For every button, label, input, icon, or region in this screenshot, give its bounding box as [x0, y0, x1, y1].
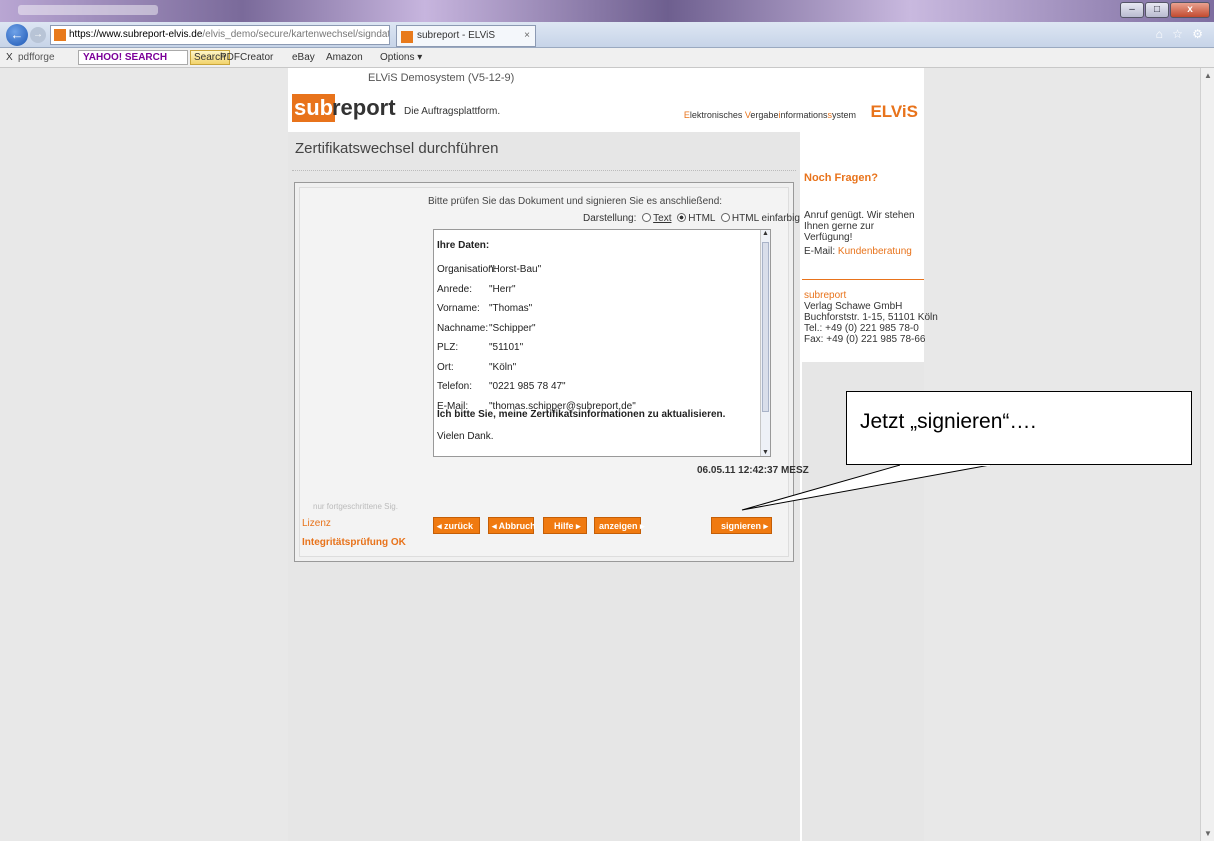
page-scrollbar[interactable]: ▲ ▼: [1200, 68, 1214, 841]
site-header: ELViS Demosystem (V5-12-9) sub report Di…: [288, 68, 924, 132]
show-button[interactable]: anzeigen ▸: [594, 517, 645, 534]
maximize-button[interactable]: □: [1145, 2, 1169, 18]
document-scrollbar[interactable]: ▲ ▼: [760, 230, 770, 456]
doc-field-label: Nachname:: [437, 322, 489, 334]
doc-field-value: "Thomas": [489, 303, 533, 314]
url-path: /elvis_demo/secure/kartenwechsel/signdat…: [202, 29, 390, 40]
close-window-button[interactable]: x: [1170, 2, 1210, 18]
address-bar[interactable]: https://www.subreport-elvis.de/elvis_dem…: [50, 25, 390, 45]
doc-field-value: "Köln": [489, 361, 517, 373]
window-titlebar: – □ x: [0, 0, 1214, 22]
doc-field-label: Organisation:: [437, 264, 497, 275]
browser-toolbar: X pdfforge YAHOO! SEARCH Search PDFCreat…: [0, 48, 1214, 68]
doc-field-label: Ort:: [437, 361, 454, 373]
window-controls: – □ x: [1120, 2, 1210, 18]
yahoo-search-input[interactable]: YAHOO! SEARCH: [78, 50, 188, 65]
logo-tagline: Die Auftragsplattform.: [404, 106, 501, 117]
doc-scroll-thumb[interactable]: [762, 242, 769, 412]
display-mode-selector: Darstellung: Text HTML HTML einfarbig: [583, 213, 800, 224]
demo-system-title: ELViS Demosystem (V5-12-9): [368, 72, 515, 84]
cancel-button[interactable]: ◂ Abbruch: [488, 517, 536, 534]
doc-thanks: Vielen Dank.: [437, 431, 494, 442]
logo-report: report: [332, 95, 396, 120]
info-brand: subreport: [804, 290, 847, 301]
info-email: E-Mail: Kundenberatung: [804, 246, 912, 257]
window-title-blurred: [18, 5, 158, 15]
tab-favicon-icon: [401, 31, 413, 43]
elvis-caption: Elektronisches Vergabeinformationssystem: [683, 110, 856, 120]
lizenz-link[interactable]: Lizenz: [302, 518, 331, 529]
logo-sub: sub: [292, 94, 336, 122]
options-menu[interactable]: Options ▾: [380, 48, 422, 67]
forward-arrow-icon[interactable]: →: [30, 27, 46, 43]
timestamp: 06.05.11 12:42:37 MESZ: [697, 465, 809, 476]
option-text[interactable]: Text: [653, 213, 671, 224]
site-favicon-icon: [54, 29, 66, 41]
page-gutter-left: [0, 68, 288, 841]
option-html-einfarbig[interactable]: HTML einfarbig: [732, 213, 800, 224]
doc-request: Ich bitte Sie, meine Zertifikatsinformat…: [437, 409, 726, 420]
title-divider: [292, 170, 796, 171]
doc-field-label: PLZ:: [437, 342, 459, 353]
pdfcreator-button[interactable]: PDFCreator: [220, 48, 273, 67]
doc-scroll-down-icon[interactable]: ▼: [761, 449, 770, 456]
display-label: Darstellung:: [583, 213, 637, 224]
radio-text[interactable]: [642, 213, 652, 222]
ebay-button[interactable]: eBay: [292, 48, 315, 67]
browser-navbar: ← → https://www.subreport-elvis.de/elvis…: [0, 22, 1214, 48]
back-button[interactable]: ◂ zurück: [433, 517, 480, 534]
scroll-down-icon[interactable]: ▼: [1204, 829, 1212, 838]
doc-field-value: "0221 985 78 47": [489, 381, 566, 392]
doc-field-label: Anrede:: [437, 283, 473, 295]
doc-heading: Ihre Daten:: [437, 240, 490, 251]
radio-html[interactable]: [677, 213, 687, 222]
option-html[interactable]: HTML: [688, 213, 715, 224]
signature-note: nur fortgeschrittene Sig.: [313, 502, 398, 511]
doc-field-value: "51101": [489, 342, 524, 353]
page-title: Zertifikatswechsel durchführen: [295, 140, 499, 157]
tab-subreport[interactable]: subreport - ELViS ×: [396, 25, 536, 47]
toolbar-close-icon[interactable]: X: [6, 48, 13, 67]
annotation-text: Jetzt „signieren“….: [860, 410, 1037, 433]
doc-field-label: Vorname:: [437, 303, 480, 314]
info-address: Verlag Schawe GmbH Buchforststr. 1-15, 5…: [804, 301, 938, 345]
integrity-check-link[interactable]: Integritätsprüfung OK: [302, 537, 406, 548]
info-call-text: Anruf genügt. Wir stehen Ihnen gerne zur…: [804, 210, 915, 243]
sign-button[interactable]: signieren ▸: [711, 517, 772, 534]
instruction-text: Bitte prüfen Sie das Dokument und signie…: [428, 196, 723, 207]
elvis-logo: ELViS: [870, 102, 918, 121]
doc-field-value: "Herr": [489, 283, 516, 295]
radio-html-einfarbig[interactable]: [720, 213, 730, 222]
doc-field-label: Telefon:: [437, 381, 473, 392]
scroll-up-icon[interactable]: ▲: [1204, 71, 1212, 80]
tab-close-icon[interactable]: ×: [524, 26, 530, 46]
tab-title: subreport - ELViS: [417, 30, 496, 41]
doc-field-value: "Horst-Bau": [489, 264, 542, 275]
back-arrow-icon[interactable]: ←: [6, 24, 28, 46]
pdfforge-logo[interactable]: pdfforge: [18, 48, 55, 67]
url-host: https://www.subreport-elvis.de: [69, 29, 203, 40]
document-preview[interactable]: Ihre Daten: Organisation: "Horst-Bau" Anre…: [433, 229, 771, 457]
home-star-gear-icons[interactable]: ⌂ ☆ ⚙: [1156, 27, 1206, 41]
minimize-button[interactable]: –: [1120, 2, 1144, 18]
info-heading: Noch Fragen?: [804, 172, 878, 184]
doc-scroll-up-icon[interactable]: ▲: [761, 230, 770, 237]
help-button[interactable]: Hilfe ▸: [543, 517, 587, 534]
amazon-button[interactable]: Amazon: [326, 48, 363, 67]
doc-field-value: "Schipper": [489, 322, 536, 334]
info-divider: [802, 279, 924, 280]
kundenberatung-link[interactable]: Kundenberatung: [838, 246, 912, 257]
